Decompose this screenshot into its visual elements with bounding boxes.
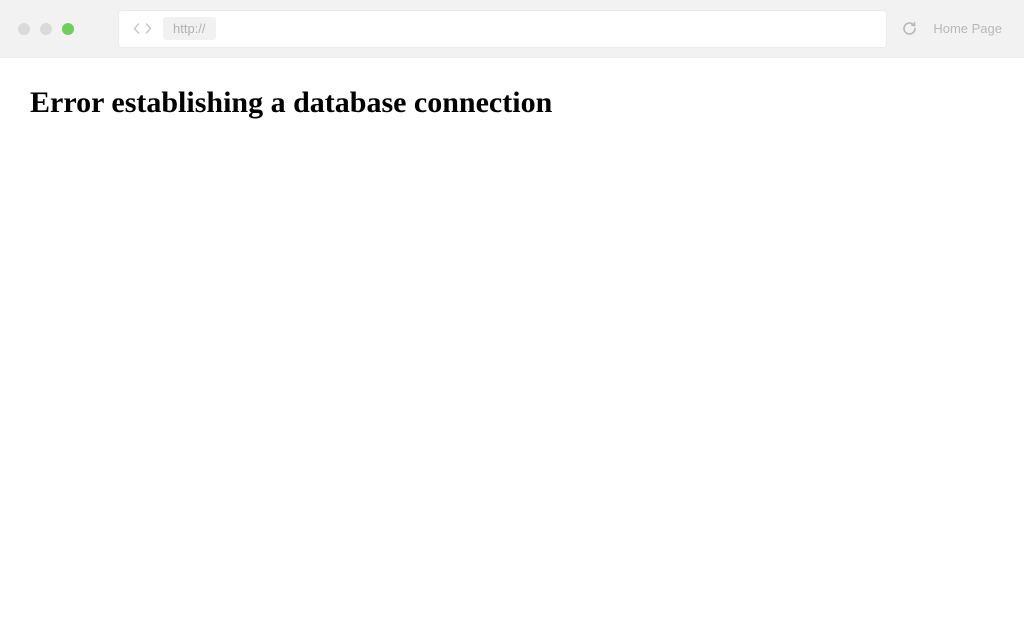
reload-icon[interactable] <box>901 21 917 37</box>
back-button[interactable] <box>131 22 141 36</box>
close-window-button[interactable] <box>18 23 30 35</box>
url-input[interactable] <box>216 21 881 36</box>
window-controls <box>18 23 74 35</box>
browser-chrome: http:// Home Page <box>0 0 1024 58</box>
page-content: Error establishing a database connection <box>0 58 1024 148</box>
maximize-window-button[interactable] <box>62 23 74 35</box>
minimize-window-button[interactable] <box>40 23 52 35</box>
url-protocol-chip: http:// <box>163 17 216 40</box>
nav-arrows <box>125 22 159 36</box>
forward-button[interactable] <box>143 22 153 36</box>
address-bar: http:// <box>118 10 887 48</box>
error-heading: Error establishing a database connection <box>30 86 994 120</box>
home-page-link[interactable]: Home Page <box>933 21 1002 36</box>
right-controls: Home Page <box>901 21 1006 37</box>
